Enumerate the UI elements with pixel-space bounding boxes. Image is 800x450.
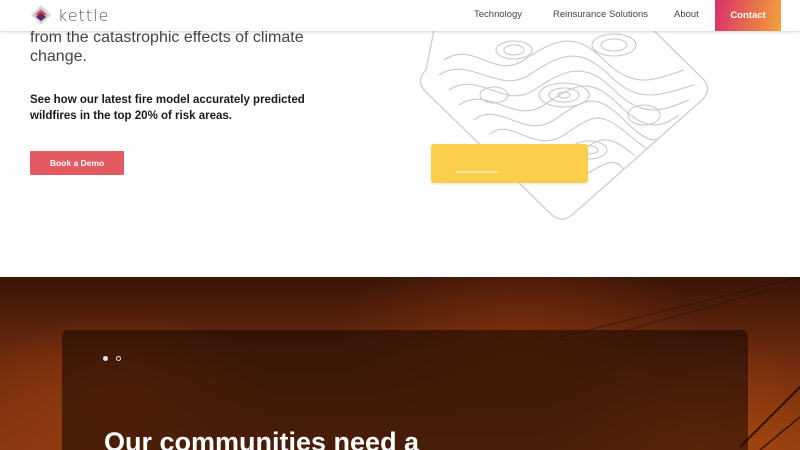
carousel-dot-1[interactable] xyxy=(103,356,108,361)
kettle-logo[interactable]: kettle xyxy=(30,4,109,26)
nav-about[interactable]: About xyxy=(674,9,699,20)
hero-stat-text: See how our latest fire model accurately… xyxy=(30,94,305,122)
nav-reinsurance-solutions[interactable]: Reinsurance Solutions xyxy=(553,9,648,20)
fire-carousel-section: Our communities need a xyxy=(0,277,800,450)
kettle-logo-icon xyxy=(31,5,51,25)
nav-technology[interactable]: Technology xyxy=(474,9,522,20)
book-demo-button[interactable]: Book a Demo xyxy=(30,151,124,175)
card-placeholder-line xyxy=(456,171,498,173)
logo-text: kettle xyxy=(58,5,110,25)
carousel-dot-2[interactable] xyxy=(116,356,121,361)
hero-intro-text: from the catastrophic effects of climate… xyxy=(30,29,304,65)
contact-button[interactable]: Contact xyxy=(715,0,781,31)
carousel-heading: Our communities need a xyxy=(104,427,420,450)
map-info-card xyxy=(431,144,588,183)
topographic-map-graphic xyxy=(419,20,709,220)
site-header: kettle Technology Reinsurance Solutions … xyxy=(0,0,800,31)
